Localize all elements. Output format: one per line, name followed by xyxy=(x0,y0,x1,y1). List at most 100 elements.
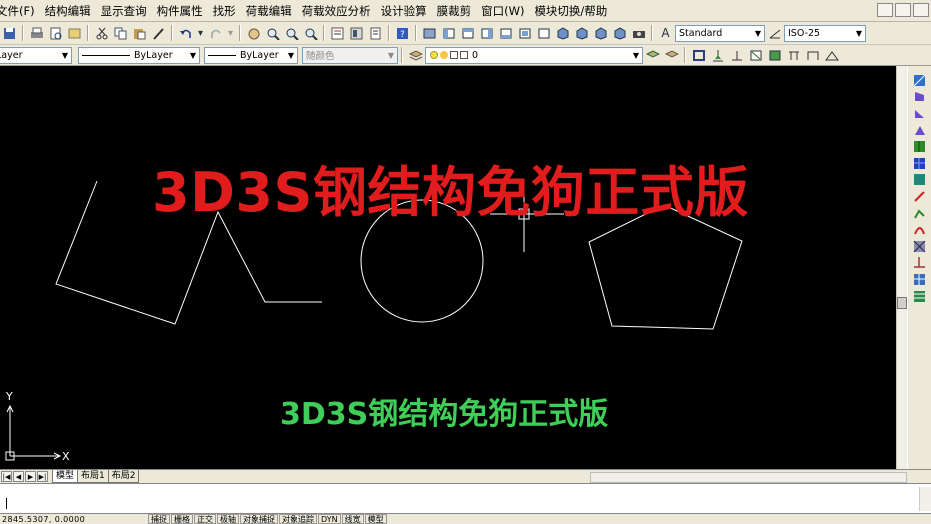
publish-icon[interactable] xyxy=(67,25,83,41)
text-style-select[interactable]: Standard ▼ xyxy=(675,24,765,42)
lineweight-toggle[interactable]: 线宽 xyxy=(341,514,364,524)
node-icon[interactable] xyxy=(748,47,764,63)
polyline-member-icon[interactable] xyxy=(913,206,927,220)
iso-ne-icon[interactable] xyxy=(593,25,609,41)
minimize-button[interactable] xyxy=(877,3,893,17)
undo-icon[interactable] xyxy=(178,25,194,41)
grid-toggle[interactable]: 栅格 xyxy=(171,514,193,524)
dim-style-select[interactable]: ISO-25 ▼ xyxy=(784,24,866,42)
tab-model[interactable]: 模型 xyxy=(52,470,79,483)
tab-first-button[interactable]: |◀ xyxy=(1,471,12,482)
otrack-toggle[interactable]: 对象追踪 xyxy=(279,514,317,524)
iso-se-icon[interactable] xyxy=(574,25,590,41)
slab-icon[interactable] xyxy=(913,289,927,303)
menu-module-help[interactable]: 模块切换/帮助 xyxy=(529,0,612,22)
grid-frame-icon[interactable] xyxy=(913,272,927,286)
zoom-window-icon[interactable] xyxy=(284,25,300,41)
view-top-icon[interactable] xyxy=(460,25,476,41)
tab-prev-button[interactable]: ◀ xyxy=(13,471,24,482)
arc-member-icon[interactable] xyxy=(913,223,927,237)
tool-palettes-icon[interactable] xyxy=(368,25,384,41)
command-line[interactable] xyxy=(0,483,931,514)
print-icon[interactable] xyxy=(29,25,45,41)
dyn-toggle[interactable]: DYN xyxy=(318,514,341,524)
text-style-icon[interactable]: A xyxy=(658,25,674,41)
layer-manager-icon[interactable] xyxy=(408,47,424,63)
menu-window[interactable]: 窗口(W) xyxy=(476,0,529,22)
menu-display-query[interactable]: 显示查询 xyxy=(96,0,152,22)
match-properties-icon[interactable] xyxy=(151,25,167,41)
menu-membrane-cut[interactable]: 膜裁剪 xyxy=(432,0,477,22)
load-icon[interactable] xyxy=(786,47,802,63)
design-center-icon[interactable] xyxy=(349,25,365,41)
frame-icon[interactable] xyxy=(805,47,821,63)
polar-toggle[interactable]: 极轴 xyxy=(217,514,239,524)
vertical-scroll-thumb[interactable] xyxy=(897,297,907,309)
view-right-icon[interactable] xyxy=(498,25,514,41)
truss-icon[interactable] xyxy=(824,47,840,63)
paste-icon[interactable] xyxy=(132,25,148,41)
surface-icon[interactable] xyxy=(913,90,927,104)
view-front-icon[interactable] xyxy=(441,25,457,41)
blue-grid-icon[interactable] xyxy=(913,156,927,170)
membrane-icon[interactable] xyxy=(913,106,927,120)
member-check-icon[interactable] xyxy=(767,47,783,63)
layer-state-select[interactable]: 0 ▼ xyxy=(425,46,643,64)
iso-nw-icon[interactable] xyxy=(612,25,628,41)
tab-layout2[interactable]: 布局2 xyxy=(107,470,140,483)
osnap-toggle[interactable]: 对象捕捉 xyxy=(240,514,278,524)
layer-previous-icon[interactable] xyxy=(664,47,680,63)
view-bottom-icon[interactable] xyxy=(536,25,552,41)
hinge-icon[interactable] xyxy=(729,47,745,63)
beam-icon[interactable] xyxy=(913,256,927,270)
command-scrollbar[interactable] xyxy=(919,487,931,511)
line-member-icon[interactable] xyxy=(913,189,927,203)
close-button[interactable] xyxy=(913,3,929,17)
properties-icon[interactable] xyxy=(330,25,346,41)
pan-icon[interactable] xyxy=(246,25,262,41)
make-current-layer-icon[interactable] xyxy=(645,47,661,63)
redo-dropdown-icon[interactable]: ▾ xyxy=(227,25,235,41)
lineweight-select[interactable]: ByLayer ▼ xyxy=(204,46,298,64)
tab-layout1[interactable]: 布局1 xyxy=(77,470,109,483)
3d-box-icon[interactable] xyxy=(913,73,927,87)
zoom-previous-icon[interactable] xyxy=(303,25,319,41)
menu-structure-edit[interactable]: 结构编辑 xyxy=(40,0,96,22)
menu-load-analysis[interactable]: 荷载效应分析 xyxy=(297,0,376,22)
cone-icon[interactable] xyxy=(913,123,927,137)
redo-icon[interactable] xyxy=(208,25,224,41)
help-icon[interactable]: ? xyxy=(395,25,411,41)
menu-form-finding[interactable]: 找形 xyxy=(208,0,241,22)
undo-dropdown-icon[interactable]: ▾ xyxy=(197,25,205,41)
horizontal-scrollbar[interactable] xyxy=(590,472,907,483)
save-icon[interactable] xyxy=(2,25,18,41)
menu-design-check[interactable]: 设计验算 xyxy=(376,0,432,22)
section-icon[interactable] xyxy=(691,47,707,63)
color-select[interactable]: 随颜色 ▼ xyxy=(302,46,398,64)
vertical-scrollbar[interactable] xyxy=(896,66,907,469)
support-icon[interactable] xyxy=(710,47,726,63)
menu-file[interactable]: 文件(F) xyxy=(0,0,40,22)
snap-toggle[interactable]: 捕捉 xyxy=(148,514,170,524)
cross-brace-icon[interactable] xyxy=(913,239,927,253)
drawing-canvas[interactable]: Y X 3D3S钢结构免狗正式版 3D3S钢结构免狗正式版 xyxy=(0,66,896,469)
steel-member-icon[interactable] xyxy=(422,25,438,41)
zoom-realtime-icon[interactable] xyxy=(265,25,281,41)
view-left-icon[interactable] xyxy=(479,25,495,41)
linetype-select[interactable]: ByLayer ▼ xyxy=(78,46,200,64)
iso-sw-icon[interactable] xyxy=(555,25,571,41)
green-grid-icon[interactable] xyxy=(913,140,927,154)
print-preview-icon[interactable] xyxy=(48,25,64,41)
teal-mesh-icon[interactable] xyxy=(913,173,927,187)
layer-select[interactable]: Layer ▼ xyxy=(0,46,72,64)
copy-icon[interactable] xyxy=(113,25,129,41)
cut-icon[interactable] xyxy=(94,25,110,41)
ortho-toggle[interactable]: 正交 xyxy=(194,514,216,524)
dim-style-icon[interactable] xyxy=(767,25,783,41)
restore-button[interactable] xyxy=(895,3,911,17)
tab-next-button[interactable]: ▶ xyxy=(25,471,36,482)
camera-icon[interactable] xyxy=(631,25,647,41)
menu-member-properties[interactable]: 构件属性 xyxy=(152,0,208,22)
menu-load-edit[interactable]: 荷载编辑 xyxy=(241,0,297,22)
view-back-icon[interactable] xyxy=(517,25,533,41)
